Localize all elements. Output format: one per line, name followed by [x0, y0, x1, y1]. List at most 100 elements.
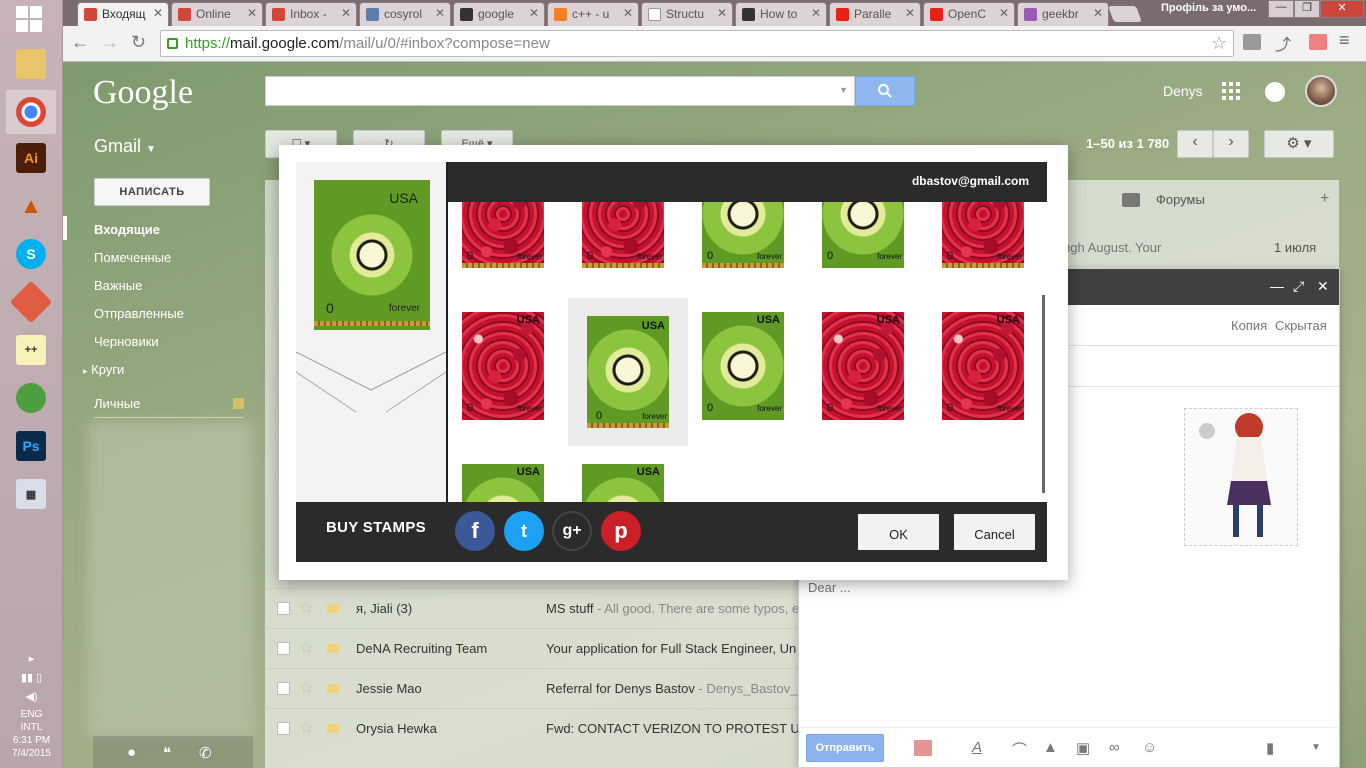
row-checkbox[interactable] — [277, 642, 290, 655]
address-bar[interactable]: https://mail.google.com/mail/u/0/#inbox?… — [160, 30, 1234, 57]
search-button[interactable] — [855, 76, 915, 106]
stamp-icon[interactable] — [914, 740, 932, 756]
nav-personal[interactable]: Личные — [94, 396, 140, 411]
volume-icon[interactable]: ◀) — [0, 691, 63, 704]
stamp-grid-scrollbar[interactable] — [1042, 295, 1045, 493]
facebook-icon[interactable]: f — [455, 511, 495, 551]
row-checkbox[interactable] — [277, 722, 290, 735]
tab-inbox[interactable]: Inbox - ✕ — [265, 2, 357, 26]
nav-circles[interactable]: ▸ Круги — [83, 362, 124, 377]
close-icon[interactable]: ✕ — [529, 6, 539, 20]
notifications-icon[interactable] — [1265, 82, 1285, 102]
close-icon[interactable]: ✕ — [435, 6, 445, 20]
pin-extension-icon[interactable]: ⤴ — [1275, 31, 1293, 54]
drive-icon[interactable]: ▲ — [1043, 739, 1058, 756]
menu-icon[interactable]: ≡ — [1339, 30, 1357, 50]
minimize-icon[interactable]: — — [1268, 0, 1294, 18]
stamp-option-selected[interactable]: USA 0 forever — [568, 298, 688, 446]
more-options-icon[interactable]: ▼ — [1311, 742, 1321, 753]
attach-icon[interactable]: ⌒ — [1012, 739, 1027, 760]
settings-button[interactable]: ⚙ ▾ — [1264, 130, 1334, 158]
windows-start-icon[interactable] — [14, 4, 44, 34]
nav-important[interactable]: Важные — [94, 278, 142, 293]
forward-icon[interactable]: → — [101, 32, 119, 53]
gmail-extension-icon[interactable] — [1243, 34, 1261, 50]
trash-icon[interactable]: ▮ — [1266, 739, 1274, 757]
expand-icon[interactable]: ⤢ — [1293, 278, 1304, 295]
cc-link[interactable]: Копия — [1231, 318, 1267, 333]
phone-icon[interactable]: ✆ — [199, 744, 212, 762]
stamp-option[interactable]: 0 forever — [938, 202, 1028, 272]
nav-sent[interactable]: Отправленные — [94, 306, 184, 321]
stamp-option[interactable]: USA 0 forever — [698, 308, 788, 424]
close-icon[interactable]: ✕ — [717, 6, 727, 20]
tray-arrow-icon[interactable]: ▸ — [0, 653, 63, 666]
star-icon[interactable]: ☆ — [299, 598, 313, 618]
message-snippet[interactable]: ugh August. Your — [1063, 240, 1161, 255]
close-icon[interactable]: ✕ — [1317, 278, 1329, 295]
close-icon[interactable]: ✕ — [999, 6, 1009, 20]
bcc-link[interactable]: Скрытая — [1275, 318, 1327, 333]
star-icon[interactable]: ☆ — [299, 678, 313, 698]
skype-icon[interactable]: S — [6, 232, 56, 276]
bookmark-star-icon[interactable]: ☆ — [1211, 33, 1227, 54]
signal-battery-icon[interactable]: ▮▮ ▯ — [0, 672, 63, 685]
window-close-icon[interactable]: ✕ — [1320, 0, 1364, 18]
reload-icon[interactable]: ↻ — [131, 32, 146, 53]
android-studio-icon[interactable] — [6, 376, 56, 420]
pinterest-icon[interactable]: p — [601, 511, 641, 551]
gmail-menu[interactable]: Gmail ▼ — [94, 136, 156, 157]
notepad-icon[interactable]: ++ — [6, 328, 56, 372]
close-icon[interactable]: ✕ — [153, 6, 163, 20]
link-icon[interactable]: ∞ — [1109, 739, 1120, 756]
google-logo[interactable]: Google — [93, 74, 193, 112]
tray-date[interactable]: 7/4/2015 — [0, 747, 63, 760]
back-icon[interactable]: ← — [71, 32, 89, 53]
twitter-icon[interactable]: t — [504, 511, 544, 551]
attached-stamp-preview[interactable] — [1184, 408, 1298, 546]
user-name[interactable]: Denys — [1163, 83, 1203, 99]
stamp-option[interactable]: 0 forever — [458, 202, 548, 272]
photo-icon[interactable]: ▣ — [1076, 739, 1090, 757]
apps-grid-icon[interactable] — [1222, 82, 1240, 100]
table-row[interactable]: ☆ DeNA Recruiting Team Your application … — [265, 628, 865, 668]
tab-geekbr[interactable]: geekbr ✕ — [1017, 2, 1109, 26]
chrome-icon[interactable] — [6, 90, 56, 134]
stamp-extension-icon[interactable] — [1309, 34, 1327, 50]
row-checkbox[interactable] — [277, 602, 290, 615]
tab-cpp[interactable]: c++ - u ✕ — [547, 2, 639, 26]
star-icon[interactable]: ☆ — [299, 638, 313, 658]
search-input[interactable]: ▼ — [265, 76, 855, 106]
star-icon[interactable]: ☆ — [299, 718, 313, 738]
nav-starred[interactable]: Помеченные — [94, 250, 171, 265]
avatar[interactable] — [1305, 75, 1337, 107]
formatting-icon[interactable]: A — [972, 739, 982, 756]
next-page-button[interactable]: › — [1213, 130, 1249, 158]
tab-parallel[interactable]: Paralle ✕ — [829, 2, 921, 26]
row-checkbox[interactable] — [277, 682, 290, 695]
close-icon[interactable]: ✕ — [341, 6, 351, 20]
maximize-icon[interactable]: ❐ — [1294, 0, 1320, 18]
matlab-icon[interactable]: ▲ — [6, 184, 56, 228]
emoji-icon[interactable]: ☺ — [1142, 739, 1157, 756]
tray-lang[interactable]: ENG — [0, 708, 63, 721]
tab-howto[interactable]: How to ✕ — [735, 2, 827, 26]
send-button[interactable]: Отправить — [806, 734, 884, 762]
add-tab-icon[interactable]: + — [1320, 190, 1329, 208]
nav-drafts[interactable]: Черновики — [94, 334, 159, 349]
stamp-option[interactable]: 0 forever — [698, 202, 788, 272]
illustrator-icon[interactable]: Ai — [6, 136, 56, 180]
hangouts-icon[interactable]: ❝ — [163, 744, 171, 762]
tab-online[interactable]: Online ✕ — [171, 2, 263, 26]
tray-layout[interactable]: INTL — [0, 721, 63, 734]
tab-structure[interactable]: Structu ✕ — [641, 2, 733, 26]
minimize-icon[interactable]: — — [1270, 278, 1284, 294]
tab-opencl[interactable]: OpenC ✕ — [923, 2, 1015, 26]
table-row[interactable]: ☆ я, Jiali (3) MS stuff - All good. Ther… — [265, 588, 865, 628]
git-icon[interactable] — [6, 280, 56, 324]
stamp-option[interactable]: 0 forever — [578, 202, 668, 272]
tab-forums[interactable]: Форумы — [1156, 192, 1205, 207]
stamp-option[interactable]: USA 0 forever — [458, 308, 548, 424]
table-row[interactable]: ☆ Jessie Mao Referral for Denys Bastov -… — [265, 668, 865, 708]
search-options-icon[interactable]: ▼ — [839, 85, 848, 95]
